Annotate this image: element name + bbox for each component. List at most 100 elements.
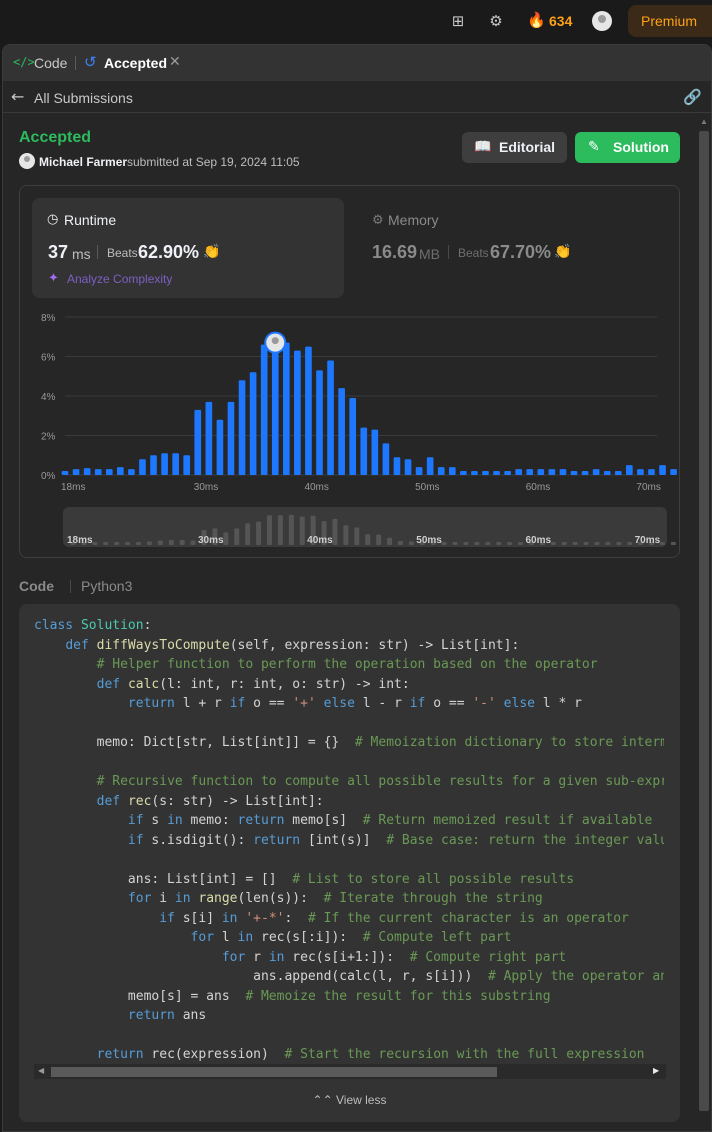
chart-bar[interactable] [61,471,69,475]
chart-bar[interactable] [570,471,578,475]
chart-bar[interactable] [216,419,224,475]
premium-button[interactable]: Premium [628,5,712,37]
chart-bar[interactable] [603,471,611,475]
brush-bar [670,542,676,545]
chart-bar[interactable] [150,455,157,475]
language-divider [70,580,71,593]
chart-bar[interactable] [504,471,511,475]
close-icon[interactable]: ✕ [169,54,181,70]
streak-count[interactable]: 634 [549,13,572,29]
brush-bar [408,541,414,545]
chart-bar[interactable] [670,469,677,475]
chart-bar[interactable] [460,471,467,475]
chart-bar[interactable] [139,459,146,475]
chart-bar[interactable] [117,467,124,475]
view-less-button[interactable]: ⌃⌃ View less [19,1093,680,1107]
y-tick-label: 8% [41,313,56,324]
code-viewer[interactable]: class Solution: def diffWaysToCompute(se… [19,604,680,1122]
chart-bar[interactable] [548,469,556,475]
chart-bar[interactable] [338,388,345,475]
chart-bar[interactable] [205,401,213,475]
chart-bar[interactable] [172,453,179,475]
tab-accepted[interactable]: Accepted [104,55,167,71]
chart-bar[interactable] [371,429,379,475]
submitter-name[interactable]: Michael Farmer [39,155,127,169]
avatar[interactable] [592,11,612,31]
chart-bar[interactable] [260,344,268,475]
chart-bar[interactable] [327,360,334,475]
chart-bar[interactable] [294,350,301,475]
chart-bar[interactable] [393,457,401,475]
brush-tick-label: 50ms [416,535,442,546]
chart-bar[interactable] [426,457,434,475]
scroll-left-icon[interactable]: ◀ [38,1066,44,1075]
brush-bar [354,527,360,545]
chart-bar[interactable] [382,443,390,475]
chart-bar[interactable] [482,471,489,475]
layout-grid-icon[interactable]: ⊞ [449,12,467,30]
runtime-distribution-chart[interactable]: 0% 2% 4% 6% 8% 18ms 30ms 40ms 50ms 60ms 70ms 18ms 30… [19,185,680,558]
solution-button[interactable]: ✎ Solution [575,132,680,163]
horizontal-scrollbar[interactable]: ◀ ▶ [34,1064,666,1079]
chart-bar[interactable] [415,467,423,475]
chart-bar[interactable] [105,469,113,475]
chart-bar[interactable] [637,469,644,475]
chart-bar[interactable] [360,427,368,475]
hscroll-thumb[interactable] [51,1067,497,1077]
chart-bar[interactable] [271,344,279,475]
tab-code[interactable]: Code [34,55,67,71]
brush-bar [605,542,611,545]
arrow-left-icon[interactable]: ← [11,87,24,106]
link-icon[interactable]: 🔗 [683,88,702,106]
chart-bar[interactable] [437,467,445,475]
brush-bar [277,515,283,545]
editorial-button[interactable]: 📖 Editorial [462,132,567,163]
chart-bar[interactable] [515,469,523,475]
range-brush[interactable] [63,507,667,547]
brush-bar [157,540,163,545]
scroll-up-icon[interactable]: ▲ [700,117,708,126]
chart-bar[interactable] [194,409,202,475]
code-block[interactable]: class Solution: def diffWaysToCompute(se… [34,616,664,1066]
brush-bar [288,514,294,545]
chart-bar[interactable] [626,465,633,475]
gear-icon[interactable]: ⚙ [487,12,505,30]
chart-bar[interactable] [648,469,655,475]
vertical-scrollbar[interactable]: ▲ [697,113,711,1131]
chart-bar[interactable] [227,401,235,475]
chart-bar[interactable] [282,342,290,475]
chevrons-up-icon: ⌃⌃ [312,1093,333,1107]
chart-bar[interactable] [404,459,412,475]
fire-icon[interactable]: 🔥 [527,11,546,29]
submission-status: Accepted [19,129,92,146]
chart-bar[interactable] [592,469,600,475]
chart-bar[interactable] [183,455,191,475]
brush-bar [92,542,98,545]
chart-bar[interactable] [128,469,135,475]
chart-bar[interactable] [526,469,534,475]
chart-bar[interactable] [94,469,102,475]
scroll-right-icon[interactable]: ▶ [653,1066,659,1075]
chart-bar[interactable] [559,469,567,475]
chart-bar[interactable] [349,397,357,475]
brush-bar [343,525,349,545]
chart-bar[interactable] [581,471,589,475]
chart-bar[interactable] [305,346,312,475]
chart-bar[interactable] [448,467,456,475]
chart-bar[interactable] [659,465,666,475]
chart-bar[interactable] [72,469,80,475]
chart-bar[interactable] [493,471,500,475]
brush-bar [659,542,665,545]
editorial-label: Editorial [499,139,556,155]
chart-bar[interactable] [316,370,323,475]
chart-bar[interactable] [614,471,622,475]
chart-bar[interactable] [238,380,246,475]
chart-bar[interactable] [471,471,478,475]
user-avatar[interactable] [19,153,35,169]
all-submissions-link[interactable]: All Submissions [34,90,133,106]
chart-bar[interactable] [249,372,257,475]
scrollbar-thumb[interactable] [699,131,709,1111]
chart-bar[interactable] [83,468,91,475]
chart-bar[interactable] [161,453,168,475]
chart-bar[interactable] [537,469,545,475]
